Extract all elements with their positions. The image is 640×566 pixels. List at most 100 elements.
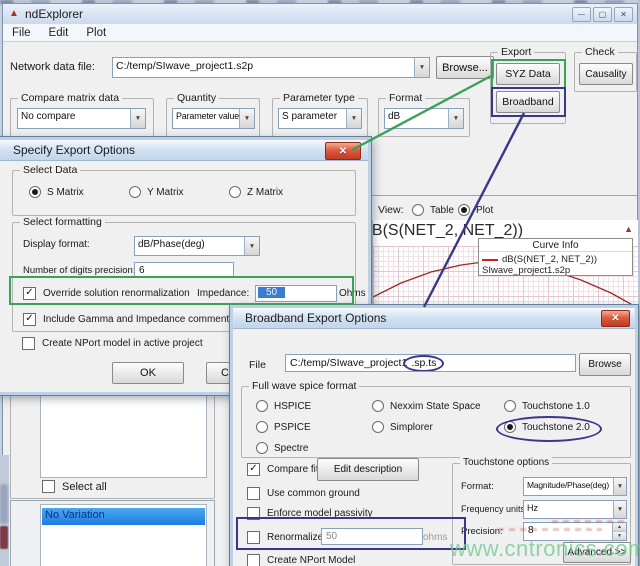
impedance-label: Impedance:	[197, 288, 249, 299]
s-matrix-radio[interactable]: S Matrix	[29, 186, 84, 198]
nexxim-label: Nexxim State Space	[390, 401, 481, 412]
minimize-button[interactable]: —	[572, 7, 591, 22]
variation-list-item-selected[interactable]: No Variation	[42, 508, 205, 525]
display-format-value: dB/Phase(deg)	[135, 237, 244, 255]
display-format-label: Display format:	[23, 239, 90, 250]
ts-frequency-combo[interactable]: Hz ▼	[523, 500, 627, 519]
hspice-radio[interactable]: HSPICE	[256, 400, 311, 412]
digits-precision-label: Number of digits precision:	[23, 265, 135, 276]
ts-precision-spinner[interactable]: 8 ▲ ▼	[523, 522, 627, 541]
nport-active-project-label: Create NPort model in active project	[42, 338, 203, 349]
file-input[interactable]: C:/temp/SIwave_project1 .sp.ts	[285, 354, 576, 372]
checkbox-icon	[247, 531, 260, 544]
menu-file[interactable]: File	[3, 27, 40, 39]
renormalize-label: Renormalize	[267, 532, 323, 543]
nport-active-project-checkbox[interactable]: Create NPort model in active project	[22, 338, 203, 350]
touchstone20-radio[interactable]: Touchstone 2.0	[504, 421, 590, 433]
dropdown-arrow-icon[interactable]: ▼	[613, 501, 626, 518]
renormalize-units-label: ohms	[423, 532, 447, 543]
menubar: File Edit Plot	[3, 24, 637, 42]
y-matrix-radio[interactable]: Y Matrix	[129, 186, 184, 198]
select-all-label: Select all	[62, 481, 107, 493]
simplorer-radio[interactable]: Simplorer	[372, 421, 433, 433]
override-renorm-label: Override solution renormalization	[43, 288, 190, 299]
ts-precision-label: Precision:	[461, 526, 503, 537]
file-value-base: C:/temp/SIwave_project1	[290, 357, 407, 369]
specify-dialog-titlebar: Specify Export Options	[0, 140, 368, 161]
dropdown-arrow-icon[interactable]: ▼	[244, 237, 259, 255]
y-matrix-label: Y Matrix	[147, 187, 184, 198]
checkbox-icon	[247, 487, 260, 500]
spinner-up-icon[interactable]: ▲	[613, 523, 626, 531]
radio-icon	[229, 186, 241, 198]
digits-precision-input[interactable]: 6	[134, 262, 234, 278]
spectre-label: Spectre	[274, 443, 308, 454]
touchstone-options-label: Touchstone options	[460, 457, 552, 468]
radio-icon	[256, 442, 268, 454]
spinner-down-icon[interactable]: ▼	[613, 531, 626, 540]
ts-format-value: Magnitude/Phase(deg)	[524, 478, 613, 495]
browse-file-button[interactable]: Browse	[579, 353, 631, 376]
radio-icon	[129, 186, 141, 198]
edit-description-button[interactable]: Edit description	[317, 458, 419, 481]
menu-edit[interactable]: Edit	[40, 27, 78, 39]
override-renorm-checkbox[interactable]: ✓ Override solution renormalization	[23, 288, 190, 300]
nexxim-radio[interactable]: Nexxim State Space	[372, 400, 481, 412]
spectre-radio[interactable]: Spectre	[256, 442, 308, 454]
app-logo-icon: ▲	[9, 8, 19, 19]
pspice-label: PSPICE	[274, 422, 311, 433]
renormalize-input[interactable]: 50	[321, 528, 423, 545]
z-matrix-radio[interactable]: Z Matrix	[229, 186, 283, 198]
common-ground-checkbox[interactable]: Use common ground	[247, 488, 360, 500]
pspice-radio[interactable]: PSPICE	[256, 421, 311, 433]
radio-icon	[504, 421, 516, 433]
checkbox-icon	[247, 507, 260, 520]
variation-listbox[interactable]: No Variation	[40, 504, 207, 566]
simplorer-label: Simplorer	[390, 422, 433, 433]
radio-icon	[256, 421, 268, 433]
select-all-checkbox[interactable]: Select all	[42, 481, 107, 493]
dropdown-arrow-icon[interactable]: ▼	[613, 478, 626, 495]
gamma-comments-label: Include Gamma and Impedance comments	[43, 314, 234, 325]
display-format-combo[interactable]: dB/Phase(deg) ▼	[134, 236, 260, 256]
hspice-label: HSPICE	[274, 401, 311, 412]
checkbox-icon	[42, 480, 55, 493]
ok-button[interactable]: OK	[112, 362, 184, 384]
impedance-units-label: Ohms	[339, 288, 366, 299]
file-extension-annotated: .sp.ts	[403, 355, 444, 372]
maximize-button[interactable]: ▢	[593, 7, 612, 22]
renormalize-checkbox[interactable]: Renormalize	[247, 532, 323, 544]
file-value-ext: .sp.ts	[411, 357, 436, 369]
z-matrix-label: Z Matrix	[247, 187, 283, 198]
touchstone10-label: Touchstone 1.0	[522, 401, 590, 412]
close-button[interactable]: ✕	[614, 7, 633, 22]
ts-format-combo[interactable]: Magnitude/Phase(deg) ▼	[523, 477, 627, 496]
touchstone10-radio[interactable]: Touchstone 1.0	[504, 400, 590, 412]
create-nport-checkbox[interactable]: Create NPort Model	[247, 555, 355, 566]
ts-frequency-label: Frequency units:	[461, 504, 528, 514]
broadband-dialog-title: Broadband Export Options	[245, 311, 386, 325]
radio-icon	[372, 400, 384, 412]
desktop-left-maroon-blob	[0, 526, 8, 549]
passivity-checkbox[interactable]: Enforce model passivity	[247, 508, 373, 520]
broadband-dialog-close-button[interactable]: ✕	[601, 310, 630, 327]
specify-dialog-close-button[interactable]: ✕	[325, 142, 361, 160]
ts-precision-value: 8	[524, 523, 612, 540]
impedance-selected-value: 50	[258, 287, 285, 298]
radio-icon	[504, 400, 516, 412]
spice-format-label: Full wave spice format	[249, 380, 359, 392]
compare-fit-checkbox[interactable]: ✓ Compare fit	[247, 464, 319, 476]
menu-plot[interactable]: Plot	[77, 27, 115, 39]
compare-fit-label: Compare fit	[267, 464, 319, 475]
spice-format-group: Full wave spice format HSPICE PSPICE Spe…	[241, 386, 631, 458]
screenshot-root: ▲ ndExplorer — ▢ ✕ File Edit Plot Networ…	[0, 0, 640, 566]
advanced-button[interactable]: Advanced >>	[563, 542, 631, 563]
gamma-comments-checkbox[interactable]: ✓ Include Gamma and Impedance comments	[23, 314, 234, 326]
common-ground-label: Use common ground	[267, 488, 360, 499]
ts-frequency-value: Hz	[524, 501, 613, 518]
touchstone20-label: Touchstone 2.0	[522, 422, 590, 433]
impedance-input[interactable]: 50	[255, 285, 337, 302]
broadband-dialog-titlebar: Broadband Export Options	[233, 308, 635, 329]
spinner-arrows[interactable]: ▲ ▼	[612, 523, 626, 540]
broadband-export-options-dialog: Broadband Export Options ✕ File C:/temp/…	[230, 305, 638, 566]
